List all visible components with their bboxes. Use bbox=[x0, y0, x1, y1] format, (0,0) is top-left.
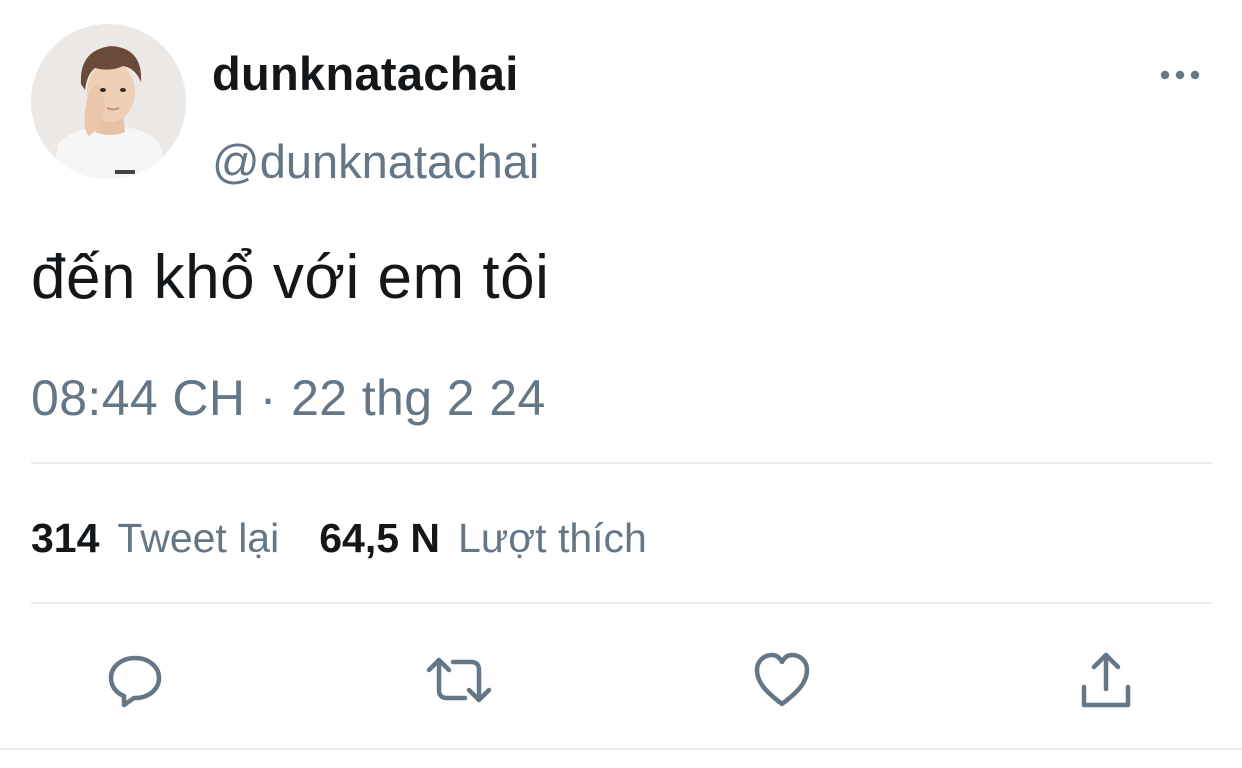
retweet-button[interactable] bbox=[419, 640, 499, 720]
tweet-stats: 314 Tweet lại 64,5 N Lượt thích bbox=[31, 508, 647, 568]
reply-button[interactable] bbox=[95, 640, 175, 720]
more-dots-icon bbox=[1160, 70, 1200, 80]
divider bbox=[0, 748, 1242, 750]
retweets-stat[interactable]: 314 Tweet lại bbox=[31, 508, 279, 568]
share-icon bbox=[1081, 652, 1131, 708]
divider bbox=[31, 602, 1212, 604]
tweet-timestamp[interactable]: 08:44 CH · 22 thg 2 24 bbox=[31, 364, 546, 432]
retweet-icon bbox=[426, 657, 492, 703]
like-button[interactable] bbox=[742, 640, 822, 720]
likes-stat[interactable]: 64,5 N Lượt thích bbox=[319, 508, 647, 568]
reply-icon bbox=[108, 655, 162, 708]
tweet-text: đến khổ với em tôi bbox=[31, 243, 550, 312]
display-name[interactable]: dunknatachai bbox=[212, 40, 519, 108]
avatar-image bbox=[31, 24, 186, 179]
more-options-button[interactable] bbox=[1153, 58, 1207, 92]
user-handle[interactable]: @dunknatachai bbox=[212, 130, 539, 194]
divider bbox=[31, 462, 1212, 464]
tweet-detail: dunknatachai @dunknatachai đến khổ với e… bbox=[0, 0, 1242, 768]
share-button[interactable] bbox=[1066, 640, 1146, 720]
retweets-count: 314 bbox=[31, 515, 100, 561]
action-bar bbox=[0, 640, 1242, 720]
retweets-label: Tweet lại bbox=[117, 515, 280, 561]
avatar[interactable] bbox=[31, 24, 186, 179]
likes-label: Lượt thích bbox=[458, 515, 647, 561]
heart-icon bbox=[754, 652, 810, 707]
likes-count: 64,5 N bbox=[319, 515, 441, 561]
